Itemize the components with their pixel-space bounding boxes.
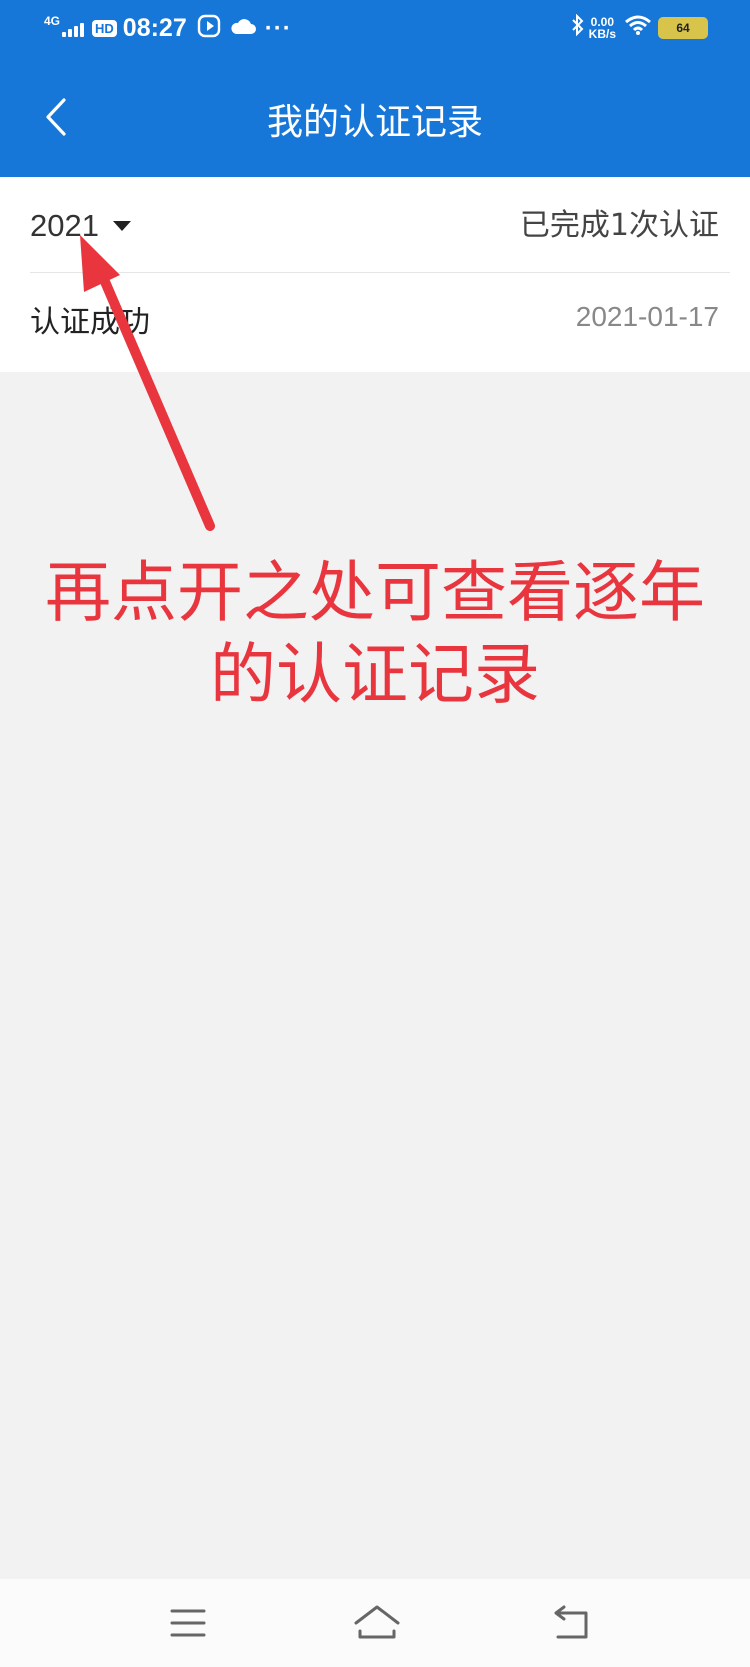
caret-down-icon bbox=[112, 221, 131, 231]
more-indicator: ··· bbox=[264, 14, 292, 42]
speed-value: 0.00 bbox=[590, 14, 614, 29]
menu-button[interactable] bbox=[166, 1601, 210, 1645]
return-icon bbox=[554, 1605, 588, 1639]
app-header: 4G HD 08:27 ··· 0.00 KB/s 64 我的认证记录 bbox=[0, 0, 750, 177]
home-button[interactable] bbox=[352, 1601, 400, 1645]
menu-icon bbox=[170, 1609, 206, 1637]
certification-summary: 已完成1次认证 bbox=[519, 208, 719, 243]
play-icon bbox=[197, 14, 221, 43]
annotation-line-2: 的认证记录 bbox=[210, 636, 540, 713]
battery-icon: 64 bbox=[658, 16, 708, 39]
system-navigation-bar bbox=[0, 1579, 750, 1667]
status-bar: 4G HD 08:27 ··· 0.00 KB/s 64 bbox=[0, 0, 750, 60]
bluetooth-icon bbox=[571, 13, 585, 41]
clock: 08:27 bbox=[122, 14, 187, 42]
record-date: 2021-01-17 bbox=[575, 301, 719, 332]
annotation-line-1: 再点开之处可查看逐年 bbox=[45, 554, 705, 631]
year-dropdown[interactable]: 2021 bbox=[30, 203, 131, 249]
wifi-icon bbox=[624, 14, 652, 41]
status-bar-left: 4G HD 08:27 ··· bbox=[44, 14, 292, 43]
return-button[interactable] bbox=[550, 1601, 594, 1645]
list-item[interactable]: 认证成功 2021-01-17 bbox=[0, 273, 750, 371]
records-panel: 2021 已完成1次认证 认证成功 2021-01-17 bbox=[0, 177, 750, 372]
network-speed: 0.00 KB/s bbox=[589, 16, 616, 40]
record-status: 认证成功 bbox=[30, 305, 150, 340]
speed-unit: KB/s bbox=[588, 26, 616, 41]
cloud-icon bbox=[229, 15, 257, 42]
year-value: 2021 bbox=[30, 208, 99, 243]
signal-icon bbox=[62, 21, 86, 37]
status-bar-right: 0.00 KB/s 64 bbox=[571, 13, 708, 41]
hd-badge: HD bbox=[92, 20, 117, 37]
annotation-text: 再点开之处可查看逐年 的认证记录 bbox=[20, 552, 730, 716]
page-title: 我的认证记录 bbox=[266, 102, 483, 143]
home-icon bbox=[354, 1605, 400, 1639]
network-type: 4G bbox=[44, 13, 61, 28]
